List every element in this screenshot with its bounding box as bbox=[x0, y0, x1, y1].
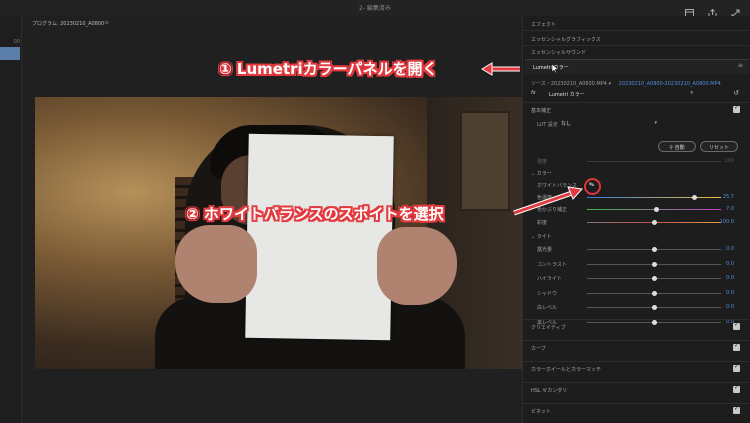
basic-correction-checkbox[interactable] bbox=[733, 104, 740, 113]
reset-effect-icon[interactable]: ↺ bbox=[733, 89, 739, 97]
strength-slider[interactable] bbox=[587, 161, 721, 162]
fx-icon[interactable]: fx bbox=[531, 90, 536, 96]
reset-button-label: リセット bbox=[708, 145, 729, 151]
chevron-down-icon: ▾ bbox=[654, 120, 657, 126]
section-checkbox[interactable] bbox=[733, 405, 740, 414]
light-label: コントラスト bbox=[537, 261, 567, 268]
fx-row: fx Lumetri カラー ▾ ↺ bbox=[531, 89, 743, 99]
color-value[interactable]: 100.0 bbox=[720, 219, 734, 225]
lut-value: なし bbox=[561, 121, 572, 127]
slider-knob[interactable] bbox=[651, 261, 657, 267]
top-bar: 2- 編集済み bbox=[0, 0, 750, 18]
strength-value: 100 bbox=[724, 158, 734, 164]
light-heading-label: ライト bbox=[536, 234, 552, 240]
annotation-arrow-up-right-icon bbox=[513, 186, 583, 216]
light-slider[interactable] bbox=[587, 261, 721, 267]
left-panel: 00 bbox=[0, 16, 22, 423]
color-value[interactable]: 25.7 bbox=[723, 194, 734, 200]
light-heading[interactable]: ⌄ ライト bbox=[531, 233, 552, 240]
program-menu-icon[interactable]: ≡ bbox=[104, 19, 109, 26]
section-checkbox[interactable] bbox=[733, 321, 740, 330]
source-clip[interactable]: 20230210_A0800-20230210_A0800.MP4 bbox=[619, 81, 721, 87]
lut-select[interactable]: なし ▾ bbox=[561, 120, 657, 129]
color-slider[interactable] bbox=[587, 220, 721, 225]
slider-knob[interactable] bbox=[651, 319, 657, 325]
light-slider[interactable] bbox=[587, 319, 721, 325]
slider-knob[interactable] bbox=[651, 220, 657, 225]
reset-button[interactable]: リセット bbox=[700, 141, 738, 152]
eyedropper-icon: ✎ bbox=[587, 180, 597, 190]
fx-effect-select[interactable]: Lumetri カラー ▾ bbox=[545, 89, 695, 98]
fx-effect-name: Lumetri カラー bbox=[549, 92, 585, 98]
slider-knob[interactable] bbox=[651, 247, 657, 252]
color-slider[interactable] bbox=[587, 195, 721, 200]
effects-panel: エフェクト エッセンシャルグラフィックス エッセンシャルサウンド Lumetri… bbox=[522, 16, 750, 423]
source-row: ソース・20230210_A0800.MP4 ▾ 20230210_A0800-… bbox=[531, 80, 721, 87]
slider-knob[interactable] bbox=[654, 207, 660, 212]
light-label: 露光量 bbox=[537, 247, 553, 253]
section-heading[interactable]: カラーホイールとカラーマッチ bbox=[531, 366, 601, 373]
slider-knob[interactable] bbox=[651, 290, 657, 296]
color-heading-label: カラー bbox=[536, 171, 552, 177]
light-slider[interactable] bbox=[587, 290, 721, 296]
section-heading[interactable]: HSL セカンダリ bbox=[531, 387, 567, 394]
annotation-step2: ② ホワイトバランスのスポイトを選択 bbox=[186, 205, 444, 223]
section-heading[interactable]: カーブ bbox=[531, 345, 546, 352]
lumetri-menu-icon[interactable]: ≡ bbox=[738, 62, 743, 69]
timeline-selection[interactable] bbox=[0, 47, 20, 60]
color-heading[interactable]: ⌄ カラー bbox=[531, 170, 552, 177]
color-value[interactable]: 7.0 bbox=[726, 206, 734, 212]
auto-button-label: 自動 bbox=[674, 145, 685, 151]
light-value[interactable]: 0.0 bbox=[726, 304, 734, 310]
light-slider[interactable] bbox=[587, 305, 721, 310]
panel-toggle-icon[interactable] bbox=[685, 3, 694, 18]
video-frame bbox=[35, 97, 522, 369]
workspace-title: 2- 編集済み bbox=[359, 5, 391, 12]
mouse-cursor-icon bbox=[551, 64, 559, 73]
strength-label: 強度 bbox=[537, 159, 548, 165]
expand-icon[interactable] bbox=[731, 3, 740, 18]
tab-essential-graphics[interactable]: エッセンシャルグラフィックス bbox=[531, 36, 601, 43]
light-value[interactable]: 0.0 bbox=[726, 246, 734, 252]
slider-knob[interactable] bbox=[651, 305, 657, 310]
section-heading[interactable]: クリエイティブ bbox=[531, 324, 566, 331]
source-chevron-icon[interactable]: ▾ bbox=[609, 81, 612, 87]
section-checkbox[interactable] bbox=[733, 363, 740, 372]
light-label: 白レベル bbox=[537, 305, 558, 311]
lut-label: LUT 設定 bbox=[537, 122, 558, 128]
chevron-down-icon: ▾ bbox=[690, 90, 693, 96]
light-value[interactable]: 0.0 bbox=[726, 290, 734, 296]
light-label: ハイライト bbox=[537, 276, 562, 282]
share-icon[interactable] bbox=[708, 3, 717, 18]
white-balance-eyedropper[interactable]: ✎ bbox=[584, 178, 601, 195]
section-heading[interactable]: ビネット bbox=[531, 408, 551, 415]
section-checkbox[interactable] bbox=[733, 384, 740, 393]
top-bar-icons bbox=[685, 3, 740, 18]
light-value[interactable]: 0.0 bbox=[726, 261, 734, 267]
light-value[interactable]: 0.0 bbox=[726, 275, 734, 281]
color-slider[interactable] bbox=[587, 207, 721, 212]
light-slider[interactable] bbox=[587, 247, 721, 252]
color-label: 彩度 bbox=[537, 220, 548, 226]
light-label: シャドウ bbox=[537, 290, 558, 297]
light-slider[interactable] bbox=[587, 276, 721, 281]
white-paper bbox=[245, 133, 394, 341]
annotation-step1: ① Lumetriカラーパネルを開く bbox=[219, 60, 438, 78]
section-checkbox[interactable] bbox=[733, 342, 740, 351]
annotation-arrow-left-icon bbox=[481, 62, 520, 76]
slider-knob[interactable] bbox=[691, 195, 697, 200]
tab-essential-sound[interactable]: エッセンシャルサウンド bbox=[531, 49, 586, 56]
slider-knob[interactable] bbox=[651, 276, 657, 281]
source-label[interactable]: ソース・20230210_A0800.MP4 bbox=[531, 81, 607, 87]
timecode: 00 bbox=[13, 39, 20, 45]
basic-correction-heading[interactable]: 基本補正 bbox=[531, 107, 551, 114]
auto-button[interactable]: ⚲ 自動 bbox=[658, 141, 696, 152]
program-monitor-title: プログラム: 20230210_A0800 bbox=[32, 21, 105, 27]
tab-effects[interactable]: エフェクト bbox=[531, 21, 556, 28]
